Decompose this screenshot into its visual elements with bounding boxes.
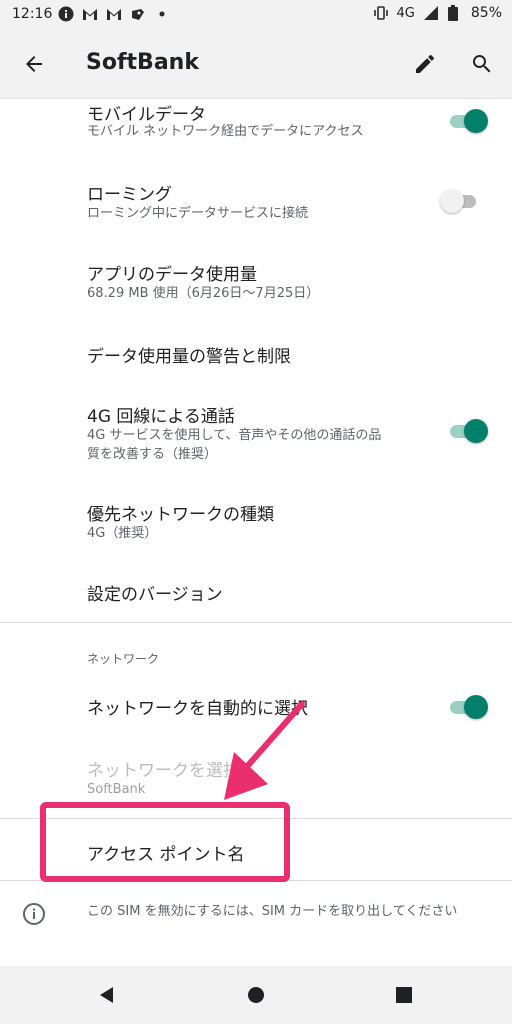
setting-summary: モバイル ネットワーク経由でデータにアクセス: [87, 124, 364, 139]
setting-summary-line2: 質を改善する（推奨）: [87, 447, 218, 462]
section-header-network: ネットワーク: [87, 652, 160, 666]
setting-summary: ローミング中にデータサービスに接続: [87, 206, 309, 221]
setting-settings-version[interactable]: 設定のバージョン: [0, 568, 512, 618]
pencil-icon: [416, 54, 434, 73]
gmail-icon: [82, 6, 98, 22]
status-bar: 12:16 4G 85%: [0, 0, 512, 30]
auto-select-network-toggle[interactable]: [446, 694, 488, 720]
signal-icon: [423, 5, 439, 21]
setting-summary: 4G（推奨）: [87, 526, 158, 541]
setting-title: 4G 回線による通話: [87, 407, 235, 427]
sim-info-row: この SIM を無効にするには、SIM カードを取り出してください: [0, 880, 512, 960]
roaming-toggle[interactable]: [440, 188, 482, 214]
setting-summary: SoftBank: [87, 782, 146, 797]
app-bar: SoftBank: [0, 30, 512, 99]
battery-level: 85%: [470, 5, 502, 21]
mobile-data-toggle[interactable]: [446, 108, 488, 134]
annotation-highlight-box: [40, 802, 290, 882]
circle-home-icon: [248, 987, 264, 1003]
4g-calling-toggle[interactable]: [446, 418, 488, 444]
battery-icon: [447, 5, 463, 21]
navigation-bar: [0, 966, 512, 1024]
setting-title: ローミング: [87, 185, 172, 205]
shopping-bag-icon: [130, 6, 146, 22]
triangle-back-icon: [100, 987, 113, 1003]
square-recents-icon: [396, 987, 412, 1003]
nav-home-button[interactable]: [239, 980, 273, 1010]
status-time: 12:16: [12, 6, 53, 22]
edit-button[interactable]: [403, 42, 447, 86]
info-notification-icon: [58, 6, 74, 22]
setting-title: アプリのデータ使用量: [87, 265, 257, 285]
setting-title: 優先ネットワークの種類: [87, 505, 274, 525]
setting-summary: 68.29 MB 使用（6月26日〜7月25日）: [87, 286, 320, 301]
setting-roaming[interactable]: ローミング ローミング中にデータサービスに接続: [0, 172, 512, 236]
setting-title: データ使用量の警告と制限: [87, 347, 291, 367]
page-title: SoftBank: [86, 50, 199, 75]
setting-data-warning-limit[interactable]: データ使用量の警告と制限: [0, 330, 512, 380]
annotation-arrow-icon: [224, 701, 305, 800]
setting-app-data-usage[interactable]: アプリのデータ使用量 68.29 MB 使用（6月26日〜7月25日）: [0, 250, 512, 314]
setting-title: 設定のバージョン: [87, 585, 223, 605]
setting-mobile-data[interactable]: モバイルデータ モバイル ネットワーク経由でデータにアクセス: [0, 98, 512, 156]
nav-recents-button[interactable]: [387, 980, 421, 1010]
info-icon: [22, 902, 46, 930]
search-button[interactable]: [460, 42, 504, 86]
setting-summary-line1: 4G サービスを使用して、音声やその他の通話の品: [87, 428, 382, 443]
setting-4g-calling[interactable]: 4G 回線による通話 4G サービスを使用して、音声やその他の通話の品 質を改善…: [0, 392, 512, 472]
network-type: 4G: [396, 5, 415, 21]
vibrate-icon: [373, 5, 389, 21]
nav-back-button[interactable]: [90, 980, 124, 1010]
back-arrow-icon: [26, 56, 42, 72]
setting-preferred-network-type[interactable]: 優先ネットワークの種類 4G（推奨）: [0, 490, 512, 554]
search-icon: [473, 55, 491, 73]
more-notifications-dot-icon: [154, 6, 170, 22]
back-button[interactable]: [12, 42, 56, 86]
sim-info-text: この SIM を無効にするには、SIM カードを取り出してください: [87, 904, 458, 919]
divider: [0, 622, 512, 623]
gmail-icon: [106, 6, 122, 22]
